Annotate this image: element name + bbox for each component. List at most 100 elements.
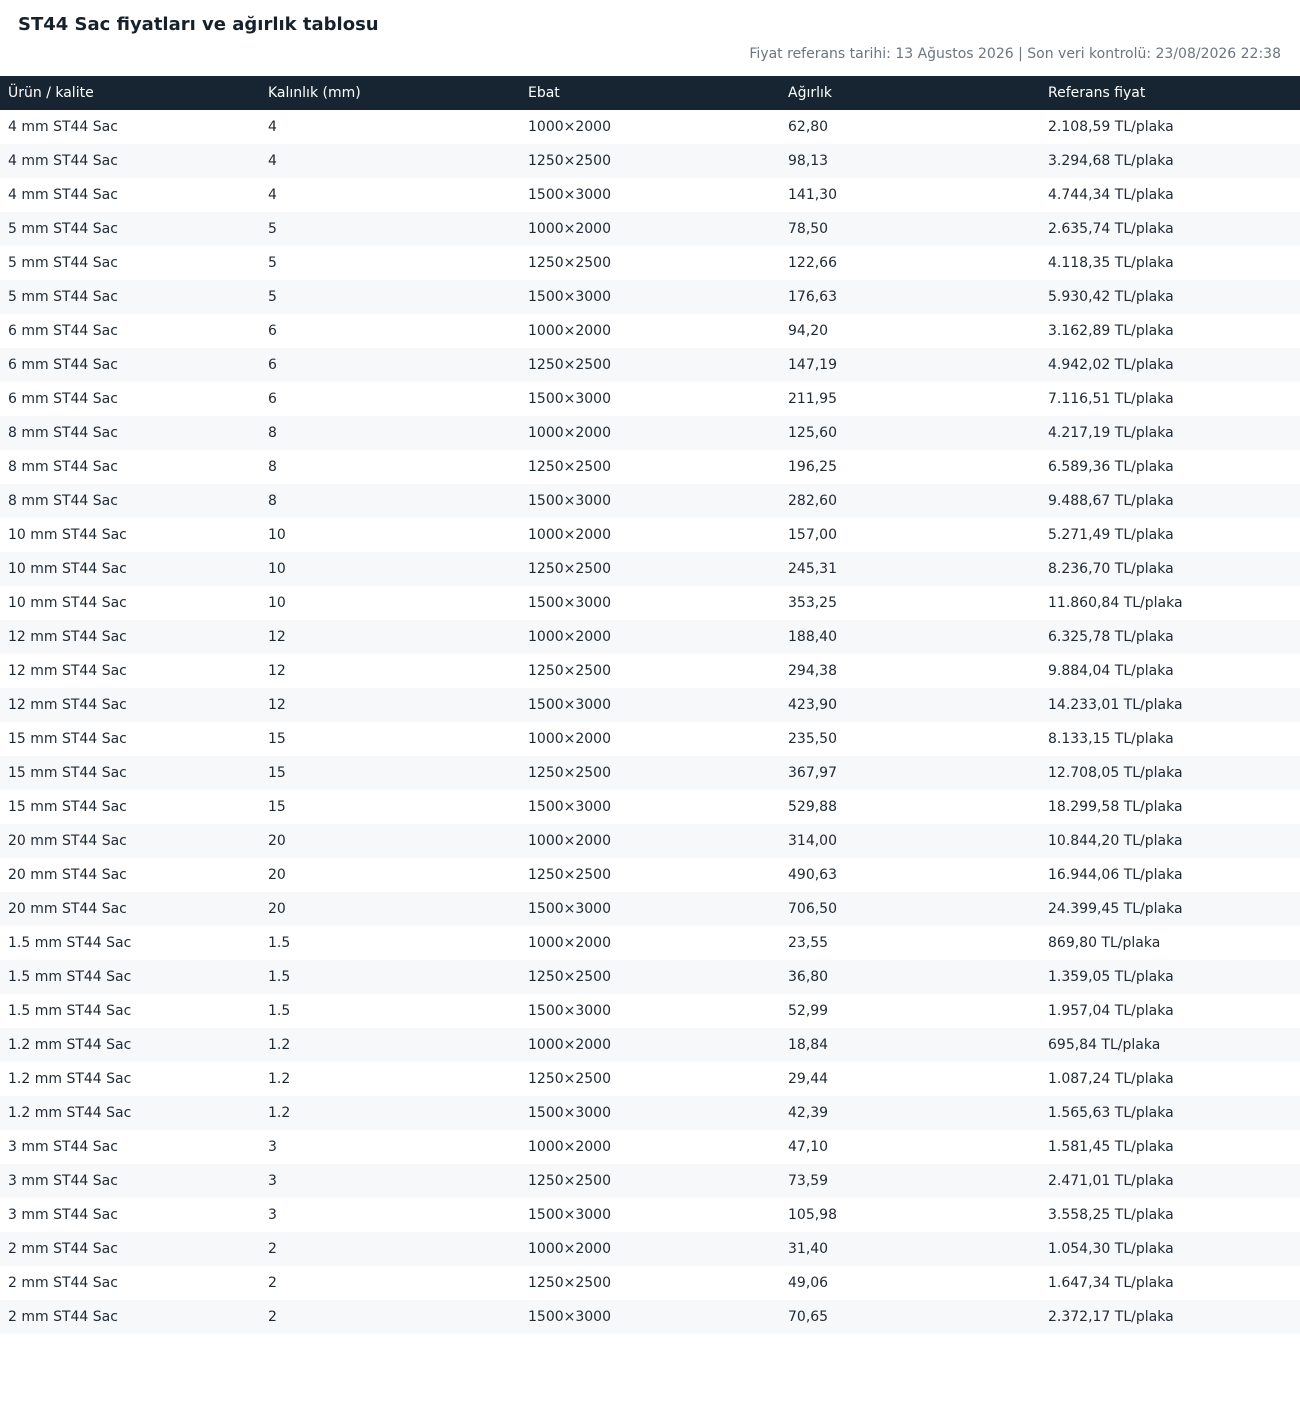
cell-thickness: 15 (260, 756, 520, 790)
cell-size: 1000×2000 (520, 1028, 780, 1062)
cell-weight: 157,00 (788, 527, 837, 543)
cell-thickness: 8 (268, 459, 277, 475)
cell-price: 3.558,25 TL/plaka (1048, 1207, 1174, 1223)
cell-weight: 62,80 (788, 119, 829, 135)
cell-weight: 122,66 (788, 255, 837, 271)
cell-thickness: 10 (268, 527, 286, 543)
cell-weight: 245,31 (780, 552, 1040, 586)
cell-product: 12 mm ST44 Sac (0, 620, 260, 654)
cell-size: 1250×2500 (520, 960, 780, 994)
table-row: 5 mm ST44 Sac 5 1000×2000 78,50 2.635,74 TL/… (0, 212, 1300, 246)
table-row: 15 mm ST44 Sac 15 1500×3000 529,88 18.299,58… (0, 790, 1300, 824)
table-row: 10 mm ST44 Sac 10 1500×3000 353,25 11.860,84… (0, 586, 1300, 620)
cell-thickness: 5 (268, 255, 277, 271)
cell-thickness: 20 (268, 867, 286, 883)
cell-thickness: 12 (260, 688, 520, 722)
cell-thickness: 20 (260, 824, 520, 858)
cell-size: 1500×3000 (520, 892, 780, 926)
cell-product: 8 mm ST44 Sac (8, 459, 118, 475)
cell-product: 6 mm ST44 Sac (0, 348, 260, 382)
cell-size: 1250×2500 (520, 144, 780, 178)
cell-size: 1250×2500 (528, 663, 611, 679)
cell-product: 12 mm ST44 Sac (0, 688, 260, 722)
cell-thickness: 3 (260, 1164, 520, 1198)
cell-weight: 98,13 (780, 144, 1040, 178)
cell-price: 1.957,04 TL/plaka (1048, 1003, 1174, 1019)
cell-size: 1000×2000 (520, 416, 780, 450)
table-row: 20 mm ST44 Sac 20 1000×2000 314,00 10.844,20… (0, 824, 1300, 858)
cell-product: 15 mm ST44 Sac (0, 756, 260, 790)
cell-size: 1250×2500 (528, 255, 611, 271)
cell-weight: 367,97 (780, 756, 1040, 790)
cell-size: 1000×2000 (528, 323, 611, 339)
cell-product: 10 mm ST44 Sac (8, 595, 127, 611)
cell-weight: 211,95 (788, 391, 837, 407)
cell-price: 5.930,42 TL/plaka (1040, 280, 1300, 314)
cell-weight: 73,59 (780, 1164, 1040, 1198)
cell-weight: 49,06 (788, 1275, 829, 1291)
cell-size: 1500×3000 (528, 187, 611, 203)
table-row: 6 mm ST44 Sac 6 1250×2500 147,19 4.942,02 TL… (0, 348, 1300, 382)
cell-weight: 353,25 (788, 595, 837, 611)
cell-product: 15 mm ST44 Sac (8, 799, 127, 815)
cell-product: 8 mm ST44 Sac (0, 416, 260, 450)
cell-size: 1000×2000 (520, 212, 780, 246)
cell-weight: 490,63 (788, 867, 837, 883)
cell-thickness: 3 (268, 1207, 277, 1223)
cell-weight: 196,25 (788, 459, 837, 475)
table-row: 20 mm ST44 Sac 20 1250×2500 490,63 16.944,06… (0, 858, 1300, 892)
cell-price: 1.581,45 TL/plaka (1048, 1139, 1174, 1155)
cell-price: 1.565,63 TL/plaka (1040, 1096, 1300, 1130)
cell-thickness: 2 (268, 1275, 277, 1291)
cell-product: 5 mm ST44 Sac (8, 255, 118, 271)
cell-product: 4 mm ST44 Sac (8, 187, 118, 203)
cell-thickness: 1.5 (268, 1003, 291, 1019)
cell-thickness: 1.2 (260, 1028, 520, 1062)
cell-product: 20 mm ST44 Sac (8, 867, 127, 883)
cell-product: 1.5 mm ST44 Sac (8, 1003, 132, 1019)
cell-size: 1500×3000 (528, 1003, 611, 1019)
cell-price: 1.054,30 TL/plaka (1040, 1232, 1300, 1266)
cell-size: 1250×2500 (520, 756, 780, 790)
cell-weight: 18,84 (780, 1028, 1040, 1062)
table-row: 20 mm ST44 Sac 20 1500×3000 706,50 24.399,45… (0, 892, 1300, 926)
cell-price: 2.108,59 TL/plaka (1048, 119, 1174, 135)
table-row: 15 mm ST44 Sac 15 1250×2500 367,97 12.708,05… (0, 756, 1300, 790)
cell-price: 1.087,24 TL/plaka (1048, 1071, 1174, 1087)
table-row: 8 mm ST44 Sac 8 1500×3000 282,60 9.488,67 TL… (0, 484, 1300, 518)
cell-weight: 94,20 (788, 323, 829, 339)
cell-price: 695,84 TL/plaka (1040, 1028, 1300, 1062)
cell-product: 2 mm ST44 Sac (0, 1232, 260, 1266)
cell-thickness: 15 (268, 799, 286, 815)
table-row: 4 mm ST44 Sac 4 1500×3000 141,30 4.744,34 TL… (0, 178, 1300, 212)
cell-thickness: 3 (268, 1139, 277, 1155)
table-row: 3 mm ST44 Sac 3 1250×2500 73,59 2.471,01 TL/… (0, 1164, 1300, 1198)
cell-price: 9.884,04 TL/plaka (1048, 663, 1174, 679)
cell-weight: 36,80 (780, 960, 1040, 994)
table-row: 12 mm ST44 Sac 12 1250×2500 294,38 9.884,04 … (0, 654, 1300, 688)
cell-weight: 235,50 (788, 731, 837, 747)
cell-thickness: 12 (268, 663, 286, 679)
cell-product: 1.5 mm ST44 Sac (8, 935, 132, 951)
cell-size: 1000×2000 (528, 119, 611, 135)
cell-product: 10 mm ST44 Sac (0, 552, 260, 586)
cell-price: 14.233,01 TL/plaka (1040, 688, 1300, 722)
cell-size: 1500×3000 (528, 391, 611, 407)
cell-price: 18.299,58 TL/plaka (1048, 799, 1183, 815)
column-header-size: Ebat (520, 76, 780, 110)
cell-thickness: 10 (260, 552, 520, 586)
cell-size: 1000×2000 (528, 527, 611, 543)
cell-price: 1.647,34 TL/plaka (1048, 1275, 1174, 1291)
cell-size: 1000×2000 (528, 935, 611, 951)
cell-weight: 529,88 (788, 799, 837, 815)
cell-price: 8.133,15 TL/plaka (1048, 731, 1174, 747)
cell-price: 10.844,20 TL/plaka (1040, 824, 1300, 858)
cell-size: 1500×3000 (528, 799, 611, 815)
cell-product: 15 mm ST44 Sac (8, 731, 127, 747)
cell-size: 1500×3000 (528, 595, 611, 611)
cell-thickness: 6 (260, 348, 520, 382)
cell-thickness: 8 (260, 484, 520, 518)
table-row: 8 mm ST44 Sac 8 1000×2000 125,60 4.217,19 TL… (0, 416, 1300, 450)
cell-price: 6.325,78 TL/plaka (1040, 620, 1300, 654)
table-row: 10 mm ST44 Sac 10 1000×2000 157,00 5.271,49 … (0, 518, 1300, 552)
